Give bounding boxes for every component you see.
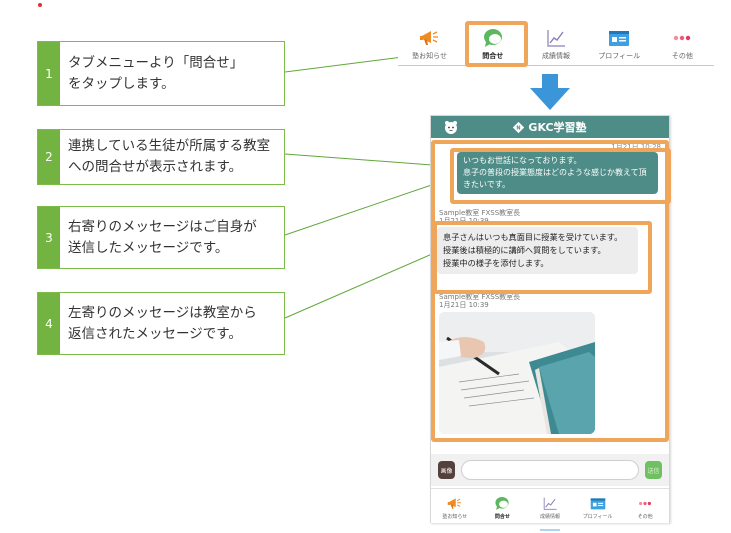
step-2-box: 2 連携している生徒が所属する教室 への問合せが表示されます。 — [37, 129, 285, 185]
app-title: GKC学習塾 — [528, 121, 587, 134]
bottom-tab-bar: 塾お知らせ 問合せ 成績情報 プロフィール その他 — [431, 488, 669, 523]
more-dots-icon — [671, 28, 693, 48]
tab-inquiry[interactable]: 問合せ — [479, 489, 527, 523]
down-arrow-icon — [530, 74, 570, 110]
step-1-box: 1 タブメニューより「問合せ」 をタップします。 — [37, 41, 285, 106]
tab-label: プロフィール — [598, 52, 641, 60]
red-dot-marker — [38, 3, 42, 7]
app-brand: N GKC学習塾 — [513, 119, 587, 135]
sent-timestamp: 1月21日 10:28 — [611, 143, 661, 151]
tab-label: その他 — [637, 514, 653, 520]
tab-other[interactable]: その他 — [621, 489, 669, 523]
line-chart-icon — [542, 496, 558, 511]
chat-bubble-icon — [482, 28, 504, 48]
step-3-box: 3 右寄りのメッセージはご自身が 送信したメッセージです。 — [37, 206, 285, 269]
reply-message-text: 息子さんはいつも真面目に授業を受けています。 授業後は積極的に講師へ質問をしてい… — [443, 232, 623, 268]
tab-label: その他 — [671, 52, 693, 60]
megaphone-icon — [447, 496, 463, 511]
tab-label: 成績情報 — [539, 514, 560, 520]
step-4-box: 4 左寄りのメッセージは教室から 返信されたメッセージです。 — [37, 292, 285, 355]
tab-profile[interactable]: プロフィール — [574, 489, 622, 523]
reply-message-bubble: 息子さんはいつも真面目に授業を受けています。 授業後は積極的に講師へ質問をしてい… — [437, 227, 638, 274]
step-number: 4 — [38, 293, 60, 354]
mascot-icon — [443, 119, 459, 139]
chat-area[interactable]: 1月21日 10:28 いつもお世話になっております。 息子の普段の授業態度はど… — [431, 138, 669, 450]
tab-grades[interactable]: 成績情報 — [526, 489, 574, 523]
attached-photo[interactable] — [439, 312, 595, 434]
reply-sender: Sample教室 FXSS教室長 — [439, 209, 521, 217]
tab-label: 成績情報 — [542, 52, 570, 60]
step-text: タブメニューより「問合せ」 をタップします。 — [68, 54, 244, 92]
line-chart-icon — [545, 28, 567, 48]
photo-sender: Sample教室 FXSS教室長 — [439, 293, 521, 301]
tab-profile[interactable]: プロフィール — [588, 22, 651, 65]
megaphone-icon — [419, 28, 441, 48]
tab-inquiry[interactable]: 問合せ — [461, 22, 524, 65]
tab-news[interactable]: 塾お知らせ — [398, 22, 461, 65]
top-tab-bar: 塾お知らせ 問合せ 成績情報 プロフィール その他 — [398, 22, 714, 66]
profile-card-icon — [590, 496, 606, 511]
step-text: 左寄りのメッセージは教室から 返信されたメッセージです。 — [68, 304, 257, 342]
reply-timestamp: 1月21日 10:39 — [439, 217, 489, 225]
tab-label: プロフィール — [582, 514, 613, 520]
tab-news[interactable]: 塾お知らせ — [431, 489, 479, 523]
tab-grades[interactable]: 成績情報 — [524, 22, 587, 65]
image-button[interactable]: 画像 — [438, 461, 455, 479]
brand-logo-icon: N — [513, 121, 525, 133]
more-dots-icon — [637, 496, 653, 511]
svg-text:N: N — [517, 125, 521, 131]
tab-label: 塾お知らせ — [412, 52, 448, 60]
message-input-bar: 画像 送信 — [431, 454, 669, 486]
sent-message-bubble: いつもお世話になっております。 息子の普段の授業態度はどのような感じか教えて頂き… — [457, 152, 658, 194]
send-button[interactable]: 送信 — [645, 461, 662, 479]
chat-bubble-icon — [494, 496, 510, 511]
step-text: 連携している生徒が所属する教室 への問合せが表示されます。 — [68, 138, 271, 175]
step-text: 右寄りのメッセージはご自身が 送信したメッセージです。 — [68, 218, 257, 256]
app-header: N GKC学習塾 — [431, 116, 669, 138]
phone-screen: N GKC学習塾 1月21日 10:28 いつもお世話になっております。 息子の… — [430, 115, 671, 523]
step-number: 3 — [38, 207, 60, 268]
tab-other[interactable]: その他 — [651, 22, 714, 65]
profile-card-icon — [608, 28, 630, 48]
photo-timestamp: 1月21日 10:39 — [439, 301, 489, 309]
tab-label: 問合せ — [494, 514, 510, 520]
tab-label: 問合せ — [482, 52, 504, 60]
scroll-indicator — [540, 529, 560, 531]
step-number: 2 — [38, 130, 60, 184]
step-number: 1 — [38, 42, 60, 105]
sent-message-text: いつもお世話になっております。 息子の普段の授業態度はどのような感じか教えて頂き… — [463, 156, 647, 189]
tab-label: 塾お知らせ — [442, 514, 468, 520]
message-input[interactable] — [461, 460, 639, 480]
